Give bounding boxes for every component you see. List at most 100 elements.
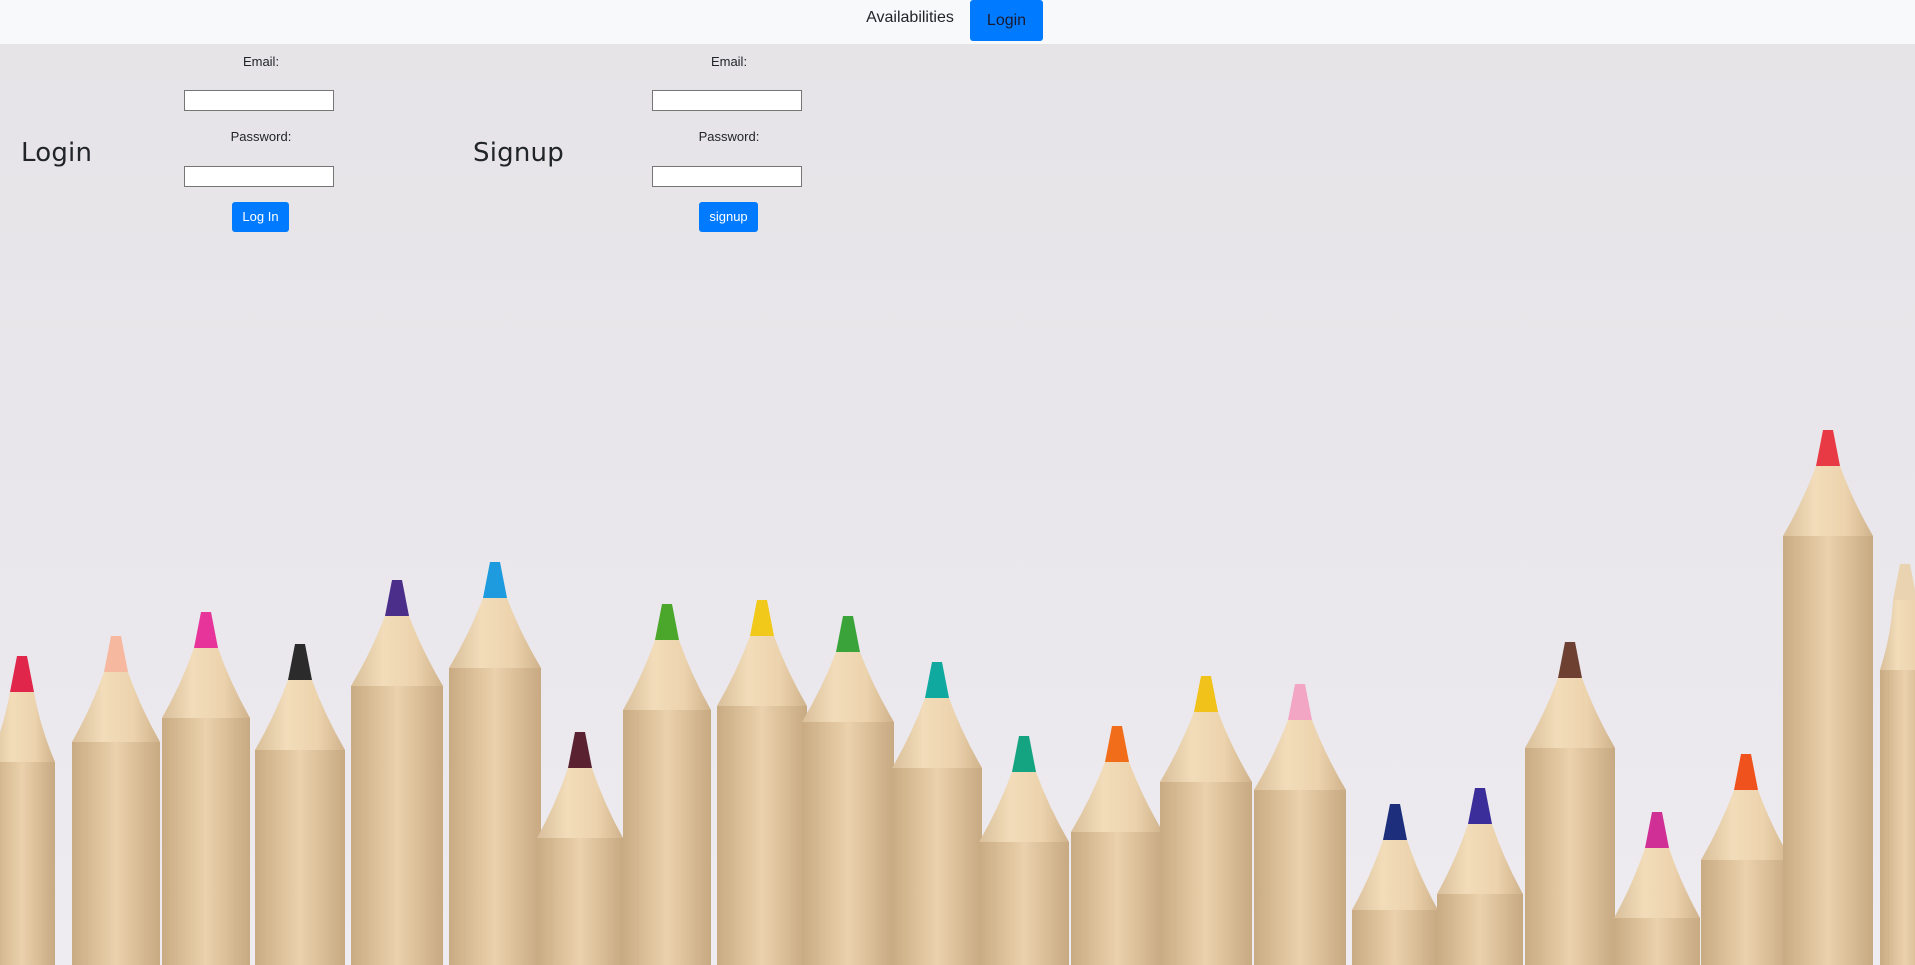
pencil-cone	[162, 648, 250, 718]
pencil-cone	[1701, 790, 1791, 860]
pencil-cone	[255, 680, 345, 750]
pencil	[979, 736, 1069, 965]
pencil-cone	[1525, 678, 1615, 748]
pencil-cone	[1352, 840, 1438, 910]
pencil-body	[537, 838, 623, 965]
pencil	[162, 612, 250, 965]
top-navbar: Availabilities Login	[0, 0, 1915, 45]
pencil-tip	[104, 636, 128, 672]
pencil-cone	[537, 768, 623, 838]
login-password-label: Password:	[230, 129, 292, 144]
pencil-cone	[1614, 848, 1700, 918]
pencil-tip	[1734, 754, 1758, 790]
pencil-body	[1352, 910, 1438, 965]
pencil	[1352, 804, 1438, 965]
auth-forms: Login Email: Password: Log In Signup Ema…	[0, 44, 900, 244]
pencil-tip	[1288, 684, 1312, 720]
pencil-cone	[449, 598, 541, 668]
pencil-tip	[194, 612, 218, 648]
pencil	[1783, 430, 1873, 965]
pencil-body	[1783, 536, 1873, 965]
pencil-body	[892, 768, 982, 965]
pencil-tip	[1893, 564, 1915, 600]
pencil-cone	[1160, 712, 1252, 782]
pencil-tip	[288, 644, 312, 680]
pencil-tip	[655, 604, 679, 640]
login-submit-button[interactable]: Log In	[232, 202, 289, 232]
pencil	[1071, 726, 1163, 965]
pencil-tip	[925, 662, 949, 698]
pencil-cone	[623, 640, 711, 710]
pencil-tip	[1468, 788, 1492, 824]
pencil-tip	[10, 656, 34, 692]
pencil-tip	[483, 562, 507, 598]
pencil-body	[72, 742, 160, 965]
pencil-tip	[385, 580, 409, 616]
pencil-tip	[1816, 430, 1840, 466]
pencil-body	[1614, 918, 1700, 965]
login-password-input[interactable]	[184, 166, 334, 187]
pencil-body	[1160, 782, 1252, 965]
pencil-cone	[979, 772, 1069, 842]
pencil-cone	[1437, 824, 1523, 894]
pencil	[623, 604, 711, 965]
pencil	[1880, 564, 1915, 965]
pencil-cone	[1880, 600, 1915, 670]
nav-login-button[interactable]: Login	[970, 0, 1043, 41]
pencil	[351, 580, 443, 965]
nav-availabilities-link[interactable]: Availabilities	[860, 0, 960, 41]
pencil-cone	[802, 652, 894, 722]
pencil	[802, 616, 894, 965]
pencil	[449, 562, 541, 965]
pencil-body	[1254, 790, 1346, 965]
pencil-tip	[568, 732, 592, 768]
login-email-input[interactable]	[184, 90, 334, 111]
signup-password-label: Password:	[698, 129, 760, 144]
pencil-body	[717, 706, 807, 965]
pencil	[717, 600, 807, 965]
pencil-cone	[351, 616, 443, 686]
pencil	[72, 636, 160, 965]
signup-email-input[interactable]	[652, 90, 802, 111]
pencil-body	[1880, 670, 1915, 965]
login-title: Login	[21, 138, 93, 168]
pencil-tip	[750, 600, 774, 636]
pencil-body	[255, 750, 345, 965]
pencil	[892, 662, 982, 965]
pencil	[1437, 788, 1523, 965]
pencil	[1614, 812, 1700, 965]
pencil-tip	[1645, 812, 1669, 848]
signup-title: Signup	[473, 138, 564, 168]
pencil	[1160, 676, 1252, 965]
pencil-tip	[1558, 642, 1582, 678]
pencil-body	[351, 686, 443, 965]
pencil-tip	[1012, 736, 1036, 772]
pencil-tip	[1194, 676, 1218, 712]
pencil-body	[0, 762, 55, 965]
pencil-body	[802, 722, 894, 965]
pencil-body	[979, 842, 1069, 965]
pencil-body	[449, 668, 541, 965]
pencil-tip	[1383, 804, 1407, 840]
pencil	[0, 656, 55, 965]
signup-password-input[interactable]	[652, 166, 802, 187]
pencil-cone	[1071, 762, 1163, 832]
pencil	[1525, 642, 1615, 965]
pencil-body	[623, 710, 711, 965]
pencil-body	[1437, 894, 1523, 965]
login-email-label: Email:	[242, 54, 280, 69]
pencil-cone	[0, 692, 55, 762]
signup-email-label: Email:	[710, 54, 748, 69]
pencil-tip	[836, 616, 860, 652]
pencil-cone	[1783, 466, 1873, 536]
pencil	[1701, 754, 1791, 965]
pencil	[537, 732, 623, 965]
pencil-body	[162, 718, 250, 965]
pencil	[255, 644, 345, 965]
pencil-tip	[1105, 726, 1129, 762]
pencil-cone	[72, 672, 160, 742]
pencil-cone	[892, 698, 982, 768]
pencil	[1254, 684, 1346, 965]
pencil-cone	[1254, 720, 1346, 790]
signup-submit-button[interactable]: signup	[699, 202, 758, 232]
